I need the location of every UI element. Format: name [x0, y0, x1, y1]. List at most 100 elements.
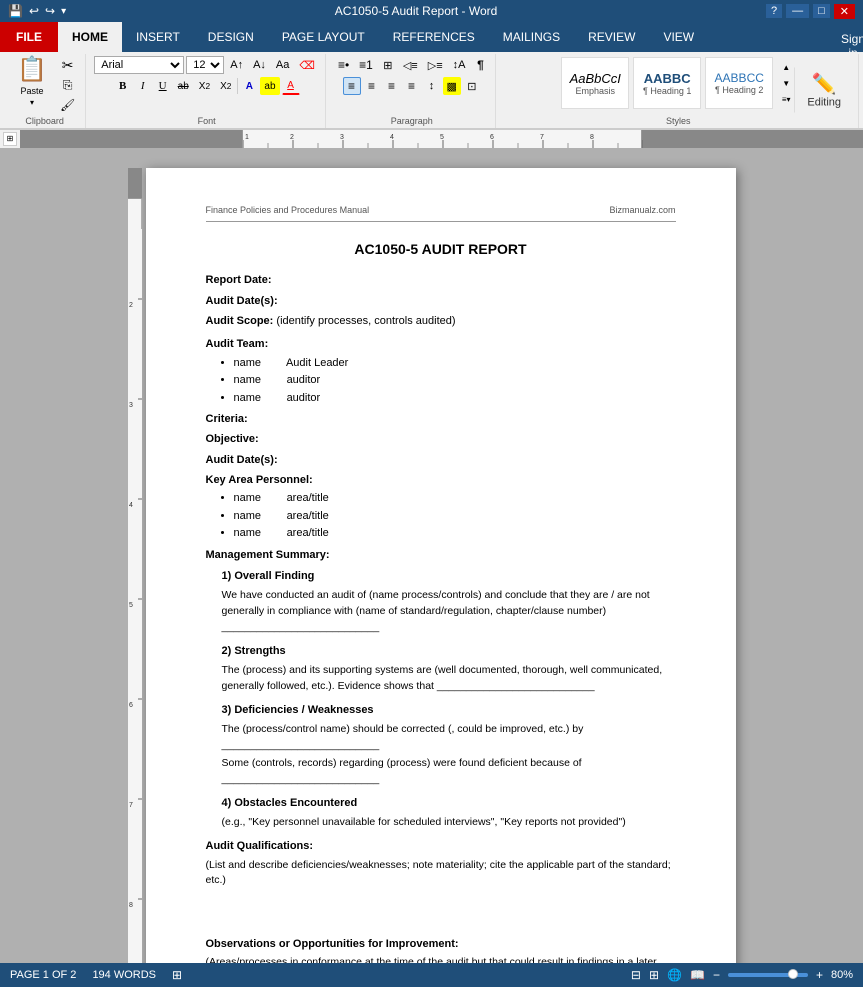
align-right-button[interactable]: ≡ — [383, 77, 401, 95]
svg-text:7: 7 — [540, 134, 544, 141]
tab-references[interactable]: REFERENCES — [379, 22, 489, 52]
tab-bar: FILE HOME INSERT DESIGN PAGE LAYOUT REFE… — [0, 22, 863, 52]
zoom-slider-decrease[interactable]: − — [713, 968, 720, 982]
key-area-list: name area/title name area/title name are… — [206, 491, 676, 541]
paste-button[interactable]: 📋 Paste ▾ — [10, 56, 54, 106]
bullets-button[interactable]: ≡• — [334, 56, 353, 74]
clear-format-button[interactable]: ⌫ — [295, 56, 319, 74]
section-strengths: 2) Strengths The (process) and its suppo… — [222, 644, 676, 695]
font-group: Arial 12 A↑ A↓ Aa ⌫ B I U ab X2 X2 A ab — [88, 54, 326, 128]
tab-file[interactable]: FILE — [0, 22, 58, 52]
increase-indent-button[interactable]: ▷≡ — [424, 56, 447, 74]
border-button[interactable]: ⊡ — [463, 77, 481, 95]
team-member-name-2: name — [234, 391, 284, 406]
section-text-4: (e.g., "Key personnel unavailable for sc… — [222, 815, 676, 831]
web-view-icon[interactable]: 🌐 — [667, 968, 682, 982]
audit-qualifications-label: Audit Qualifications: — [206, 839, 676, 854]
tab-home[interactable]: HOME — [58, 22, 122, 52]
sign-in-button[interactable]: Sign in — [843, 40, 863, 52]
font-size-select[interactable]: 12 — [186, 56, 224, 74]
styles-scroll-down[interactable]: ▼ — [777, 75, 795, 91]
multilevel-button[interactable]: ⊞ — [379, 56, 397, 74]
minimize-button[interactable]: — — [786, 4, 809, 18]
font-color-button[interactable]: A — [282, 77, 300, 95]
zoom-slider[interactable] — [728, 973, 808, 977]
undo-icon[interactable]: ↩ — [29, 4, 39, 18]
read-mode-icon[interactable]: 📖 — [690, 968, 705, 982]
font-name-select[interactable]: Arial — [94, 56, 184, 74]
status-right: ⊟ ⊞ 🌐 📖 − + 80% — [631, 968, 853, 982]
ruler-corner[interactable]: ⊞ — [3, 132, 17, 146]
paragraph-group: ≡• ≡1 ⊞ ◁≡ ▷≡ ↕A ¶ ≡ ≡ ≡ ≡ ↕ ▩ ⊡ Paragra… — [328, 54, 497, 128]
strikethrough-button[interactable]: ab — [174, 77, 193, 95]
underline-button[interactable]: U — [154, 77, 172, 95]
tab-page-layout[interactable]: PAGE LAYOUT — [268, 22, 379, 52]
align-center-button[interactable]: ≡ — [363, 77, 381, 95]
styles-more-button[interactable]: ≡▾ — [777, 91, 795, 107]
restore-button[interactable]: □ — [813, 4, 830, 18]
change-case-button[interactable]: Aa — [272, 56, 293, 74]
shading-button[interactable]: ▩ — [443, 77, 461, 95]
audit-dates-field: Audit Date(s): — [206, 294, 676, 309]
svg-text:5: 5 — [440, 134, 444, 141]
clipboard-group: 📋 Paste ▾ ✂ ⎘ 🖌 Clipboard — [4, 54, 86, 128]
header-right: Bizmanualz.com — [609, 204, 675, 217]
save-icon[interactable]: 💾 — [8, 4, 23, 18]
print-view-icon[interactable]: ⊞ — [649, 968, 659, 982]
style-heading1[interactable]: AABBC ¶ Heading 1 — [633, 57, 701, 109]
objective-field: Objective: — [206, 432, 676, 447]
section-deficiencies: 3) Deficiencies / Weaknesses The (proces… — [222, 703, 676, 788]
show-hide-button[interactable]: ¶ — [471, 56, 489, 74]
styles-scroll-up[interactable]: ▲ — [777, 59, 795, 75]
justify-button[interactable]: ≡ — [403, 77, 421, 95]
subscript-button[interactable]: X2 — [195, 77, 214, 95]
clipboard-label: Clipboard — [25, 116, 64, 126]
sort-button[interactable]: ↕A — [449, 56, 470, 74]
tab-review[interactable]: REVIEW — [574, 22, 649, 52]
list-item: name Audit Leader — [234, 356, 676, 371]
highlight-button[interactable]: ab — [260, 77, 279, 95]
team-member-name-1: name — [234, 373, 284, 388]
word-count-icon[interactable]: ⊞ — [172, 968, 182, 982]
line-spacing-button[interactable]: ↕ — [423, 77, 441, 95]
italic-button[interactable]: I — [134, 77, 152, 95]
cut-button[interactable]: ✂ — [56, 56, 79, 74]
svg-text:2: 2 — [290, 134, 294, 141]
objective-label: Objective: — [206, 433, 259, 445]
audit-team-list: name Audit Leader name auditor name audi… — [206, 356, 676, 406]
editing-icon: ✏️ — [812, 72, 837, 97]
bold-button[interactable]: B — [114, 77, 132, 95]
superscript-button[interactable]: X2 — [216, 77, 235, 95]
close-button[interactable]: ✕ — [834, 4, 855, 19]
audit-scope-field: Audit Scope: (identify processes, contro… — [206, 314, 676, 329]
styles-label: Styles — [666, 116, 691, 126]
customize-icon[interactable]: ▾ — [61, 6, 66, 17]
numbering-button[interactable]: ≡1 — [355, 56, 377, 74]
align-left-button[interactable]: ≡ — [343, 77, 361, 95]
tab-view[interactable]: VIEW — [649, 22, 708, 52]
editing-section: ✏️ Editing — [794, 68, 853, 113]
section-title-2: 2) Strengths — [222, 644, 676, 659]
decrease-font-button[interactable]: A↓ — [249, 56, 270, 74]
tab-insert[interactable]: INSERT — [122, 22, 194, 52]
increase-font-button[interactable]: A↑ — [226, 56, 247, 74]
layout-view-icon[interactable]: ⊟ — [631, 968, 641, 982]
svg-text:8: 8 — [129, 902, 133, 909]
team-member-name-0: name — [234, 356, 284, 371]
format-painter-button[interactable]: 🖌 — [56, 96, 79, 114]
tab-mailings[interactable]: MAILINGS — [489, 22, 574, 52]
zoom-increase-icon[interactable]: + — [816, 968, 823, 982]
help-icon[interactable]: ? — [766, 4, 782, 18]
list-item: name area/title — [234, 491, 676, 506]
decrease-indent-button[interactable]: ◁≡ — [399, 56, 422, 74]
copy-button[interactable]: ⎘ — [56, 76, 79, 94]
tab-design[interactable]: DESIGN — [194, 22, 268, 52]
ruler: 1 2 3 4 5 6 7 8 — [20, 130, 863, 148]
style-heading2[interactable]: AABBCC ¶ Heading 2 — [705, 57, 773, 109]
style-emphasis[interactable]: AaBbCcI Emphasis — [561, 57, 629, 109]
audit-qualifications-section: Audit Qualifications: (List and describe… — [206, 839, 676, 889]
text-effects-button[interactable]: A — [240, 77, 258, 95]
font-label: Font — [198, 116, 216, 126]
observations-text: (Areas/processes in conformance at the t… — [206, 955, 676, 963]
redo-icon[interactable]: ↪ — [45, 4, 55, 18]
